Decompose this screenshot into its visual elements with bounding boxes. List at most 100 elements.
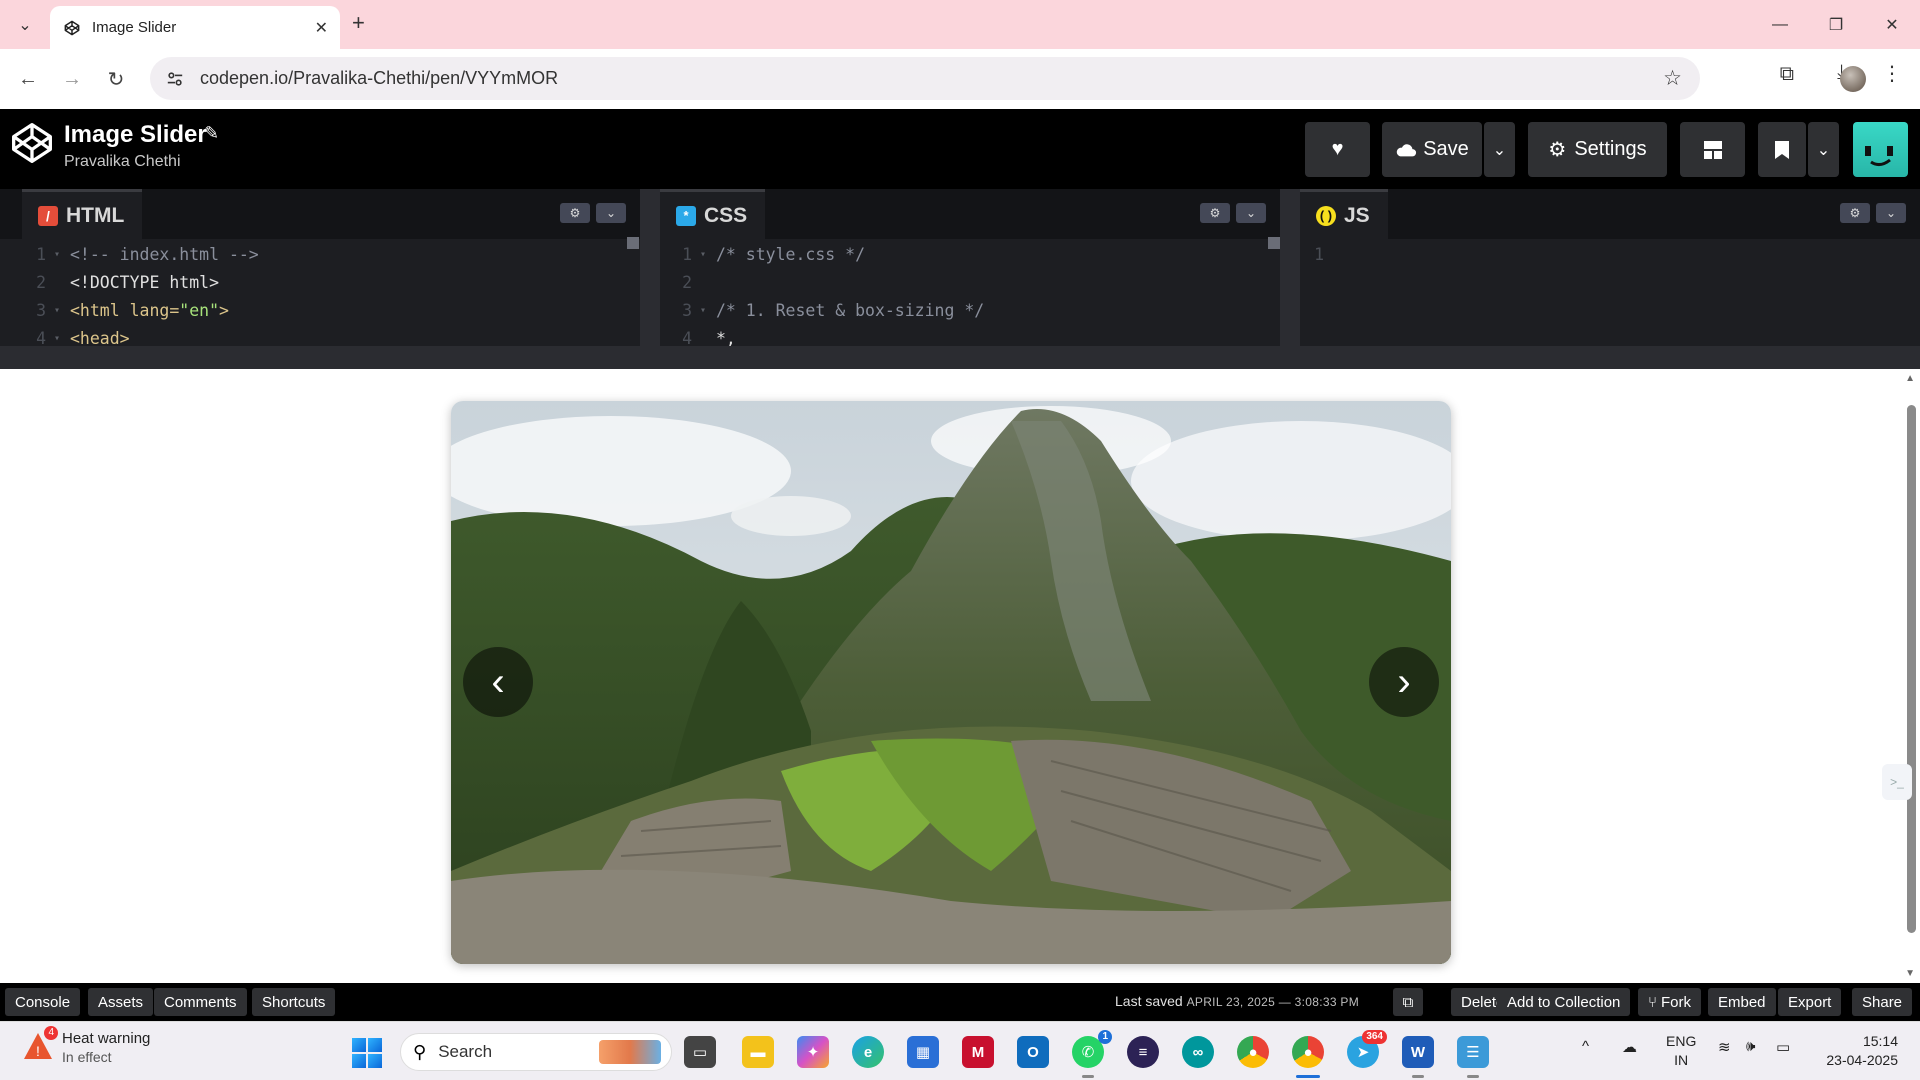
microsoft-store-icon[interactable]: ▦ bbox=[907, 1036, 939, 1068]
forward-button[interactable]: → bbox=[56, 63, 88, 95]
add-to-collection-button[interactable]: Add to Collection bbox=[1497, 988, 1631, 1016]
onedrive-cloud-icon[interactable]: ☁ bbox=[1622, 1038, 1637, 1056]
editor-preview-resizer[interactable] bbox=[0, 346, 1920, 369]
embed-button[interactable]: Embed bbox=[1708, 988, 1776, 1016]
restore-button[interactable]: ❐ bbox=[1808, 0, 1864, 49]
console-button[interactable]: Console bbox=[5, 988, 81, 1016]
file-explorer-icon[interactable]: ▬ bbox=[742, 1036, 774, 1068]
user-avatar[interactable] bbox=[1853, 122, 1908, 177]
more-menu-icon[interactable]: ⋮ bbox=[1882, 61, 1902, 86]
html-code[interactable]: 1 ▾ <!-- index.html --> 2 <!DOCTYPE html> 3… bbox=[0, 241, 640, 353]
language-indicator[interactable]: ENG IN bbox=[1666, 1032, 1696, 1070]
scroll-up-icon[interactable]: ▲ bbox=[1905, 373, 1915, 384]
editor-resizer[interactable] bbox=[1280, 189, 1300, 346]
close-window-button[interactable]: ✕ bbox=[1864, 0, 1920, 49]
preview-scrollbar-thumb[interactable] bbox=[1907, 405, 1916, 933]
notepad-icon[interactable]: ☰ bbox=[1457, 1036, 1489, 1078]
tab-close-icon[interactable]: ✕ bbox=[315, 18, 328, 38]
site-settings-icon[interactable] bbox=[166, 70, 184, 88]
export-button[interactable]: Export bbox=[1778, 988, 1842, 1016]
volume-icon[interactable]: 🕪 bbox=[1746, 1038, 1755, 1055]
html-collapse-button[interactable]: ⌄ bbox=[596, 203, 626, 223]
windows-start-button[interactable] bbox=[352, 1038, 382, 1068]
html-settings-button[interactable]: ⚙ bbox=[560, 203, 590, 223]
bookmark-options-dropdown[interactable]: ⌄ bbox=[1808, 122, 1839, 177]
extensions-icon[interactable]: ⧉ bbox=[1780, 63, 1794, 86]
change-view-button[interactable] bbox=[1680, 122, 1745, 177]
fold-arrow-icon[interactable]: ▾ bbox=[54, 297, 70, 325]
css-code[interactable]: 1 ▾/* style.css */ 2 3 ▾/* 1. Reset & box-… bbox=[660, 241, 1280, 353]
show-hidden-icons-chevron-icon[interactable]: ^ bbox=[1582, 1038, 1589, 1055]
preview-scrollbar[interactable]: ▲ ▼ bbox=[1900, 369, 1920, 983]
js-editor[interactable]: ( ) JS ⚙ ⌄ 1 bbox=[1300, 189, 1920, 346]
mcafee-icon[interactable]: M bbox=[962, 1036, 994, 1068]
html-slash-icon: / bbox=[38, 205, 58, 226]
editor-resizer[interactable] bbox=[640, 189, 660, 346]
scroll-down-icon[interactable]: ▼ bbox=[1905, 968, 1915, 979]
new-tab-button[interactable]: + bbox=[352, 10, 365, 36]
system-clock[interactable]: 15:14 23-04-2025 bbox=[1826, 1032, 1898, 1070]
task-view-icon[interactable]: ▭ bbox=[684, 1036, 716, 1068]
address-bar[interactable]: codepen.io/Pravalika-Chethi/pen/VYYmMOR … bbox=[150, 57, 1700, 100]
heart-button[interactable]: ♥ bbox=[1305, 122, 1370, 177]
outlook-icon[interactable]: O bbox=[1017, 1036, 1049, 1068]
whatsapp-icon[interactable]: ✆ 1 bbox=[1072, 1030, 1112, 1078]
cloud-icon bbox=[1396, 143, 1417, 156]
html-editor-header: / HTML ⚙ ⌄ bbox=[0, 189, 640, 239]
profile-avatar[interactable] bbox=[1840, 66, 1866, 92]
js-code[interactable]: 1 bbox=[1300, 241, 1920, 269]
gear-icon: ⚙ bbox=[1548, 139, 1567, 161]
assets-button[interactable]: Assets bbox=[88, 988, 154, 1016]
save-label: Save bbox=[1423, 138, 1469, 160]
css-collapse-button[interactable]: ⌄ bbox=[1236, 203, 1266, 223]
prev-slide-button[interactable]: ‹ bbox=[463, 647, 533, 717]
chevron-down-icon: ⌄ bbox=[1885, 206, 1897, 220]
wifi-icon[interactable]: ≋ bbox=[1718, 1038, 1731, 1056]
html-editor[interactable]: / HTML ⚙ ⌄ 1 ▾ <!-- index.html --> 2 <!DOCT… bbox=[0, 189, 640, 348]
open-in-new-window-button[interactable]: ⧉ bbox=[1393, 988, 1423, 1016]
chrome-profile-icon[interactable]: ● bbox=[1292, 1036, 1324, 1078]
reload-button[interactable]: ↻ bbox=[100, 63, 132, 95]
next-slide-button[interactable]: › bbox=[1369, 647, 1439, 717]
tab-search-button[interactable]: ⌄ bbox=[10, 10, 40, 40]
edge-icon[interactable]: e bbox=[852, 1036, 884, 1068]
weather-badge: 4 bbox=[44, 1026, 58, 1040]
telegram-badge: 364 bbox=[1362, 1030, 1387, 1044]
back-button[interactable]: ← bbox=[12, 63, 44, 95]
shortcuts-button[interactable]: Shortcuts bbox=[252, 988, 336, 1016]
heat-warning-icon: ! 4 bbox=[22, 1026, 58, 1062]
css-editor[interactable]: * CSS ⚙ ⌄ 1 ▾/* style.css */ 2 3 ▾/* 1. Re… bbox=[660, 189, 1280, 348]
js-collapse-button[interactable]: ⌄ bbox=[1876, 203, 1906, 223]
edit-title-pencil-icon[interactable]: ✎ bbox=[204, 123, 219, 144]
fork-button[interactable]: ⑂ Fork bbox=[1638, 988, 1702, 1016]
weather-widget[interactable]: ! 4 Heat warning In effect bbox=[22, 1026, 150, 1065]
chrome-icon[interactable]: ● bbox=[1237, 1036, 1269, 1068]
save-button[interactable]: Save bbox=[1382, 122, 1482, 177]
save-options-dropdown[interactable]: ⌄ bbox=[1484, 122, 1515, 177]
eclipse-icon[interactable]: ≡ bbox=[1127, 1036, 1159, 1068]
battery-icon[interactable]: ▭ bbox=[1776, 1038, 1790, 1056]
bookmark-star-icon[interactable]: ☆ bbox=[1663, 66, 1682, 91]
telegram-icon[interactable]: ➤ 364 bbox=[1347, 1030, 1387, 1068]
settings-button[interactable]: ⚙ Settings bbox=[1528, 122, 1667, 177]
fold-arrow-icon[interactable]: ▾ bbox=[700, 297, 716, 325]
taskbar-search[interactable]: ⚲ Search bbox=[400, 1033, 672, 1071]
share-button[interactable]: Share bbox=[1852, 988, 1913, 1016]
js-settings-button[interactable]: ⚙ bbox=[1840, 203, 1870, 223]
bookmark-button[interactable] bbox=[1758, 122, 1806, 177]
minimize-button[interactable]: — bbox=[1752, 0, 1808, 49]
word-icon[interactable]: W bbox=[1402, 1036, 1434, 1078]
fold-arrow-icon[interactable]: ▾ bbox=[54, 241, 70, 269]
copilot-icon[interactable]: ✦ bbox=[797, 1036, 829, 1068]
codepen-logo-icon[interactable] bbox=[10, 121, 54, 165]
pen-author[interactable]: Pravalika Chethi bbox=[64, 153, 181, 171]
css-scrollbar-thumb[interactable] bbox=[1268, 237, 1280, 249]
arduino-icon[interactable]: ∞ bbox=[1182, 1036, 1214, 1068]
browser-toolbar: ← → ↻ codepen.io/Pravalika-Chethi/pen/VY… bbox=[0, 49, 1920, 109]
side-panel-toggle-icon[interactable]: >_ bbox=[1882, 764, 1912, 800]
html-scrollbar-thumb[interactable] bbox=[627, 237, 639, 249]
css-settings-button[interactable]: ⚙ bbox=[1200, 203, 1230, 223]
fold-arrow-icon[interactable]: ▾ bbox=[700, 241, 716, 269]
comments-button[interactable]: Comments bbox=[154, 988, 247, 1016]
browser-tab[interactable]: Image Slider ✕ bbox=[50, 6, 340, 49]
